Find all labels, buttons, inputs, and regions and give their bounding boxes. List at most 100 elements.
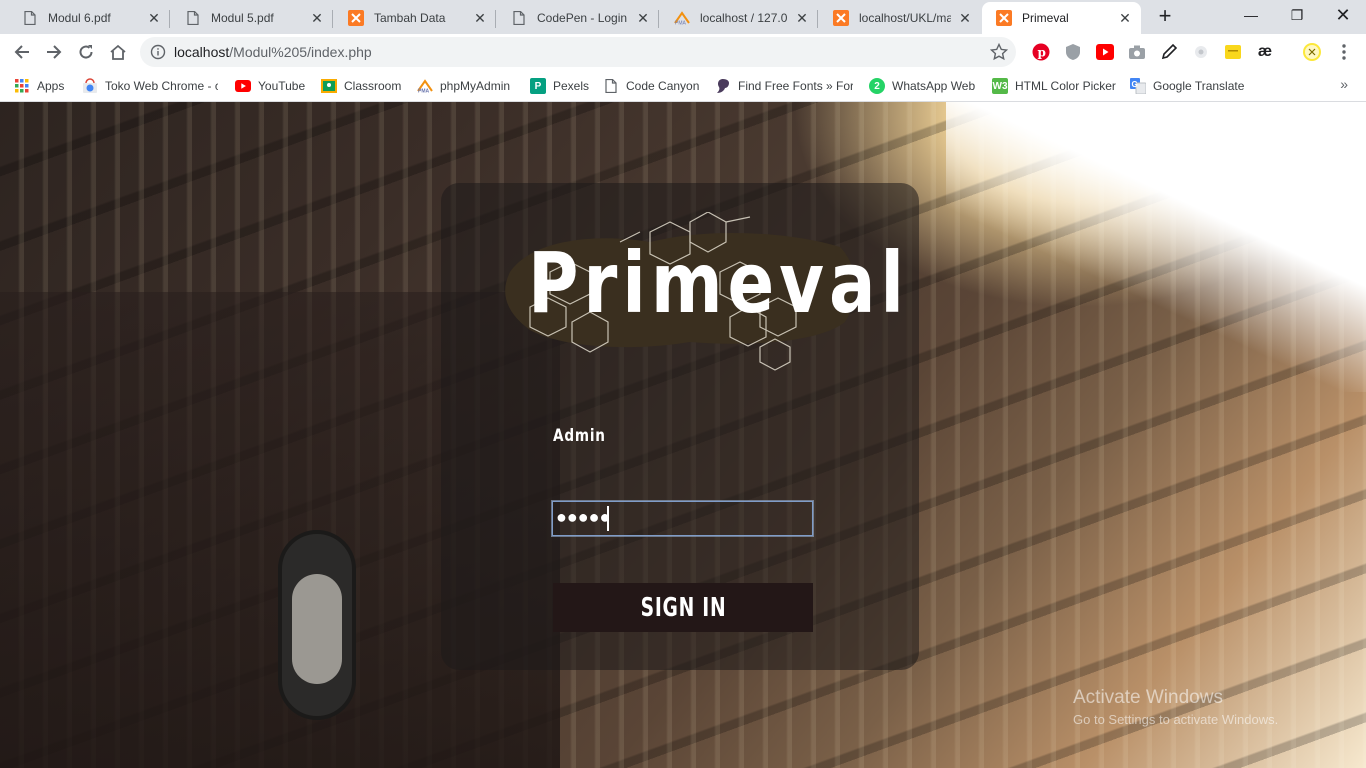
watermark-subtitle: Go to Settings to activate Windows. [1073,712,1279,727]
tab-title: Primeval [1022,11,1069,25]
close-icon[interactable]: ✕ [146,10,162,26]
new-tab-button[interactable]: + [1151,5,1179,29]
bookmark-classroom[interactable]: Classroom [321,76,401,96]
yellow-extension-icon[interactable] [1223,42,1243,62]
bookmark-find-free-fonts[interactable]: Find Free Fonts » For [715,76,853,96]
home-button[interactable] [104,38,132,66]
camera-icon[interactable] [1127,42,1147,62]
bookmark-label: Apps [37,79,65,93]
tab-title: Tambah Data [374,11,446,25]
password-input[interactable] [552,501,813,536]
tab-tambah-data[interactable]: Tambah Data ✕ [334,2,496,34]
bookmark-whatsapp[interactable]: 2 WhatsApp Web [869,76,975,96]
reload-button[interactable] [72,38,100,66]
whatsapp-icon: 2 [869,78,885,94]
close-icon[interactable]: ✕ [309,10,325,26]
tab-strip: Modul 6.pdf ✕ Modul 5.pdf ✕ Tambah Data … [0,0,1366,34]
phpmyadmin-icon: PMA [417,78,433,94]
close-icon[interactable]: ✕ [1117,10,1133,26]
xampp-icon [833,10,849,26]
document-icon [511,10,527,26]
logo-text: Primeval [528,234,909,332]
profile-avatar[interactable] [1302,42,1322,62]
youtube-icon [235,78,251,94]
bookmark-google-translate[interactable]: G Google Translate [1130,76,1244,96]
tab-modul-6[interactable]: Modul 6.pdf ✕ [8,2,170,34]
close-icon[interactable]: ✕ [635,10,651,26]
bookmark-label: Classroom [344,79,402,93]
bookmark-chrome-store[interactable]: Toko Web Chrome - c [82,76,218,96]
back-arrow-icon [14,45,29,59]
document-icon [603,78,619,94]
apps-grid-icon [14,78,30,94]
minimize-icon[interactable]: — [1228,0,1274,30]
bookmark-phpmyadmin[interactable]: PMA phpMyAdmin [417,76,510,96]
bookmark-label: HTML Color Picker [1015,79,1116,93]
bookmark-code-canyon[interactable]: Code Canyon [603,76,699,96]
phpmyadmin-icon: PMA [674,10,690,26]
sign-in-label: SIGN IN [640,592,726,623]
chevron-double-right-icon[interactable]: » [1340,76,1348,92]
classroom-icon [321,78,337,94]
tab-modul-5[interactable]: Modul 5.pdf ✕ [171,2,333,34]
forward-arrow-icon [47,45,62,59]
bookmark-pexels[interactable]: P Pexels [530,76,589,96]
color-picker-icon: W3 [992,78,1008,94]
svg-text:p: p [1038,46,1046,60]
close-icon[interactable]: ✕ [472,10,488,26]
tab-title: localhost / 127.0.0 [700,11,788,25]
tab-title: Modul 5.pdf [211,11,274,25]
bookmark-label: YouTube [258,79,306,93]
bookmark-label: WhatsApp Web [892,79,976,93]
close-icon[interactable]: ✕ [957,10,973,26]
forward-button[interactable] [40,38,68,66]
xampp-icon [348,10,364,26]
home-icon [110,44,126,60]
bookmark-label: Google Translate [1153,79,1245,93]
svg-text:PMA: PMA [418,89,430,94]
back-button[interactable] [8,38,36,66]
close-icon[interactable]: ✕ [794,10,810,26]
bookmark-apps[interactable]: Apps [14,76,64,96]
bookmark-youtube[interactable]: YouTube [235,76,305,96]
pexels-icon: P [530,78,546,94]
youtube-ext-icon[interactable] [1095,42,1115,62]
url-path: /Modul%205/index.php [229,44,372,60]
tab-primeval[interactable]: Primeval ✕ [982,2,1141,34]
windows-activation-watermark: Activate Windows Go to Settings to activ… [1073,687,1278,727]
watermark-title: Activate Windows [1073,687,1223,708]
page-viewport: Primeval Admin ●●●●● SIGN IN Activate Wi… [0,102,1366,768]
bookmark-label: Toko Web Chrome - c [105,79,218,93]
tab-phpmyadmin[interactable]: PMA localhost / 127.0.0 ✕ [660,2,818,34]
sign-in-button[interactable]: SIGN IN [553,583,813,632]
document-icon [185,10,201,26]
tab-codepen-login[interactable]: CodePen - Login ✕ [497,2,659,34]
ae-ligature-icon[interactable]: æ [1255,42,1275,62]
reload-icon [79,45,93,59]
username-label: Admin [553,426,606,446]
bookmark-star-icon[interactable] [990,43,1008,61]
chrome-menu-icon[interactable] [1334,42,1354,62]
extension-circle-icon[interactable] [1191,42,1211,62]
pencil-icon[interactable] [1159,42,1179,62]
shield-icon[interactable] [1063,42,1083,62]
svg-text:G: G [1132,80,1138,89]
bookmark-html-color-picker[interactable]: W3 HTML Color Picker [992,76,1116,96]
bookmark-label: Pexels [553,79,590,93]
url-text[interactable]: localhost/Modul%205/index.php [174,44,372,60]
address-bar[interactable]: localhost/Modul%205/index.php [140,37,1016,67]
info-icon[interactable] [150,44,166,60]
translate-icon: G [1130,78,1146,94]
maximize-icon[interactable]: ❐ [1274,0,1320,30]
browser-toolbar: localhost/Modul%205/index.php p æ [0,34,1366,70]
xampp-icon [996,10,1012,26]
svg-text:PMA: PMA [675,21,687,26]
url-host: localhost [174,44,230,60]
bookmark-label: phpMyAdmin [440,79,511,93]
text-caret [607,506,609,531]
fonts-icon [715,78,731,94]
bookmarks-bar: Apps Toko Web Chrome - c YouTube Classro… [0,70,1366,102]
window-close-icon[interactable]: ✕ [1320,0,1366,30]
pinterest-icon[interactable]: p [1031,42,1051,62]
tab-ukl-map[interactable]: localhost/UKL/map ✕ [819,2,981,34]
